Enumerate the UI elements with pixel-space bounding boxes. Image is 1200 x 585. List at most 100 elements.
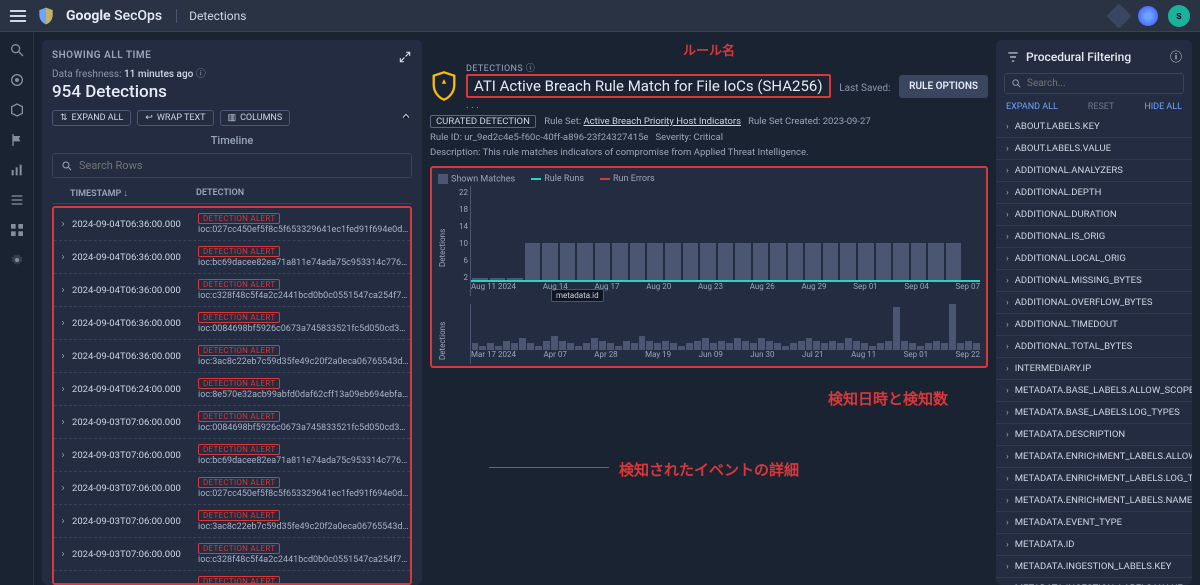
target-icon[interactable] — [9, 72, 25, 88]
detection-alert-badge: DETECTION ALERT — [198, 312, 280, 323]
procedural-item[interactable]: ›ABOUT.LABELS.VALUE — [996, 138, 1192, 160]
procedural-item[interactable]: ›ABOUT.LABELS.KEY — [996, 116, 1192, 138]
chart-overview[interactable]: Detections Mar 17 2024Apr 07Apr 28May 19… — [438, 304, 980, 364]
cube-icon[interactable] — [9, 102, 25, 118]
chevron-right-icon[interactable]: › — [54, 219, 72, 230]
notifications-icon[interactable] — [1106, 3, 1131, 28]
table-row[interactable]: › 2024-09-02T06:36:00.000 DETECTION ALER… — [54, 571, 410, 585]
chevron-right-icon[interactable]: › — [54, 318, 72, 329]
procedural-item[interactable]: ›METADATA.ID — [996, 534, 1192, 556]
detections-section-label: DETECTIONS ⓘ — [466, 61, 891, 74]
procedural-item[interactable]: ›METADATA.ENRICHMENT_LABELS.ALLOW... — [996, 446, 1192, 468]
chevron-right-icon[interactable]: › — [54, 516, 72, 527]
procedural-item[interactable]: ›METADATA.EVENT_TYPE — [996, 512, 1192, 534]
detections-chart-box: Shown Matches Rule Runs Run Errors Detec… — [430, 166, 988, 368]
table-row[interactable]: › 2024-09-04T06:36:00.000 DETECTION ALER… — [54, 274, 410, 307]
procedural-item[interactable]: ›ADDITIONAL.TIMEDOUT — [996, 314, 1192, 336]
row-timestamp: 2024-09-04T06:36:00.000 — [72, 351, 198, 362]
proc-reset[interactable]: RESET — [1088, 102, 1115, 112]
rule-detail-column: ルール名 DETECTIONS ⓘ ATI Active Breach Rule… — [430, 40, 988, 585]
proc-expand-all[interactable]: EXPAND ALL — [1006, 102, 1058, 112]
chevron-right-icon: › — [1006, 122, 1009, 132]
row-timestamp: 2024-09-04T06:36:00.000 — [72, 252, 198, 263]
rule-options-button[interactable]: RULE OPTIONS — [899, 75, 988, 98]
table-row[interactable]: › 2024-09-04T06:36:00.000 DETECTION ALER… — [54, 340, 410, 373]
columns-button[interactable]: ▥COLUMNS — [220, 110, 291, 126]
procedural-item[interactable]: ›ADDITIONAL.DEPTH — [996, 182, 1192, 204]
procedural-item[interactable]: ›ADDITIONAL.OVERFLOW_BYTES — [996, 292, 1192, 314]
table-row[interactable]: › 2024-09-03T07:06:00.000 DETECTION ALER… — [54, 505, 410, 538]
col-timestamp[interactable]: TIMESTAMP ↓ — [70, 188, 196, 199]
main-area: SHOWING ALL TIME Data freshness: 11 minu… — [34, 32, 1200, 585]
procedural-item[interactable]: ›METADATA.INGESTION_LABELS.VALUE — [996, 578, 1192, 585]
row-ioc: ioc:027cc450ef5f8c5f653329641ec1fed91f69… — [198, 489, 410, 499]
col-detection[interactable]: DETECTION — [196, 188, 412, 199]
chevron-right-icon[interactable]: › — [54, 483, 72, 494]
procedural-item[interactable]: ›INTERMEDIARY.IP — [996, 358, 1192, 380]
info-icon[interactable]: ⓘ — [1170, 48, 1182, 65]
procedural-item[interactable]: ›ADDITIONAL.TOTAL_BYTES — [996, 336, 1192, 358]
procedural-item[interactable]: ›ADDITIONAL.DURATION — [996, 204, 1192, 226]
row-timestamp: 2024-09-04T06:36:00.000 — [72, 285, 198, 296]
chevron-right-icon: › — [1006, 364, 1009, 374]
detection-alert-badge: DETECTION ALERT — [198, 345, 280, 356]
procedural-item[interactable]: ›ADDITIONAL.IS_ORIG — [996, 226, 1192, 248]
data-freshness: Data freshness: 11 minutes ago ⓘ — [52, 65, 206, 80]
detections-rows: › 2024-09-04T06:36:00.000 DETECTION ALER… — [52, 206, 412, 585]
chevron-right-icon[interactable]: › — [54, 450, 72, 461]
detection-alert-badge: DETECTION ALERT — [198, 576, 280, 585]
expand-all-button[interactable]: ⇅EXPAND ALL — [52, 110, 131, 126]
proc-hide-all[interactable]: HIDE ALL — [1144, 102, 1182, 112]
row-ioc: ioc:0084698bf5926c0673a745833521fc5d050c… — [198, 324, 410, 334]
table-row[interactable]: › 2024-09-03T07:06:00.000 DETECTION ALER… — [54, 472, 410, 505]
info-icon[interactable]: ⓘ — [196, 69, 206, 80]
procedural-item[interactable]: ›METADATA.INGESTION_LABELS.KEY — [996, 556, 1192, 578]
dashboard-icon[interactable] — [9, 222, 25, 238]
table-row[interactable]: › 2024-09-04T06:36:00.000 DETECTION ALER… — [54, 208, 410, 241]
wrap-text-button[interactable]: ↩WRAP TEXT — [137, 110, 213, 126]
table-row[interactable]: › 2024-09-04T06:36:00.000 DETECTION ALER… — [54, 241, 410, 274]
chevron-right-icon: › — [1006, 540, 1009, 550]
chart-xaxis: Aug 11 2024Aug 14Aug 17Aug 20Aug 23Aug 2… — [471, 282, 980, 296]
chevron-right-icon: › — [1006, 144, 1009, 154]
expand-panel-icon[interactable] — [398, 50, 412, 64]
table-row[interactable]: › 2024-09-03T07:06:00.000 DETECTION ALER… — [54, 439, 410, 472]
procedural-search-input[interactable] — [1004, 73, 1184, 94]
procedural-item[interactable]: ›METADATA.BASE_LABELS.ALLOW_SCOPE... — [996, 380, 1192, 402]
procedural-item[interactable]: ›METADATA.ENRICHMENT_LABELS.LOG_T... — [996, 468, 1192, 490]
ai-spark-icon[interactable] — [1138, 6, 1158, 26]
chevron-right-icon[interactable]: › — [54, 384, 72, 395]
detection-alert-badge: DETECTION ALERT — [198, 510, 280, 521]
chevron-right-icon[interactable]: › — [54, 582, 72, 585]
hamburger-menu-icon[interactable] — [10, 10, 26, 22]
chart-recent[interactable]: Detections 2218141062 metadata.id Aug 11… — [438, 186, 980, 296]
ruleset-link[interactable]: Active Breach Priority Host Indicators — [583, 116, 741, 127]
avatar[interactable]: s — [1168, 5, 1190, 27]
list-icon[interactable] — [9, 192, 25, 208]
chevron-right-icon[interactable]: › — [54, 285, 72, 296]
procedural-item[interactable]: ›ADDITIONAL.LOCAL_ORIG — [996, 248, 1192, 270]
breadcrumb-section[interactable]: Detections — [176, 9, 246, 23]
procedural-item[interactable]: ›METADATA.BASE_LABELS.LOG_TYPES — [996, 402, 1192, 424]
flag-icon[interactable] — [9, 132, 25, 148]
row-timestamp: 2024-09-03T07:06:00.000 — [72, 516, 198, 527]
chevron-right-icon[interactable]: › — [54, 351, 72, 362]
chart-legend: Shown Matches Rule Runs Run Errors — [438, 174, 980, 184]
table-row[interactable]: › 2024-09-04T06:36:00.000 DETECTION ALER… — [54, 307, 410, 340]
procedural-item[interactable]: ›METADATA.DESCRIPTION — [996, 424, 1192, 446]
topbar: Google SecOps Detections s — [0, 0, 1200, 32]
chevron-right-icon[interactable]: › — [54, 417, 72, 428]
table-row[interactable]: › 2024-09-04T06:24:00.000 DETECTION ALER… — [54, 373, 410, 406]
table-row[interactable]: › 2024-09-03T07:06:00.000 DETECTION ALER… — [54, 538, 410, 571]
collapse-icon[interactable] — [400, 110, 412, 122]
search-rows-input[interactable] — [52, 153, 412, 178]
chevron-right-icon[interactable]: › — [54, 252, 72, 263]
procedural-item[interactable]: ›ADDITIONAL.ANALYZERS — [996, 160, 1192, 182]
search-icon[interactable] — [9, 42, 25, 58]
procedural-item[interactable]: ›ADDITIONAL.MISSING_BYTES — [996, 270, 1192, 292]
chart-icon[interactable] — [9, 162, 25, 178]
procedural-item[interactable]: ›METADATA.ENRICHMENT_LABELS.NAMES... — [996, 490, 1192, 512]
chevron-right-icon[interactable]: › — [54, 549, 72, 560]
table-row[interactable]: › 2024-09-03T07:06:00.000 DETECTION ALER… — [54, 406, 410, 439]
gear-icon[interactable] — [9, 252, 25, 268]
